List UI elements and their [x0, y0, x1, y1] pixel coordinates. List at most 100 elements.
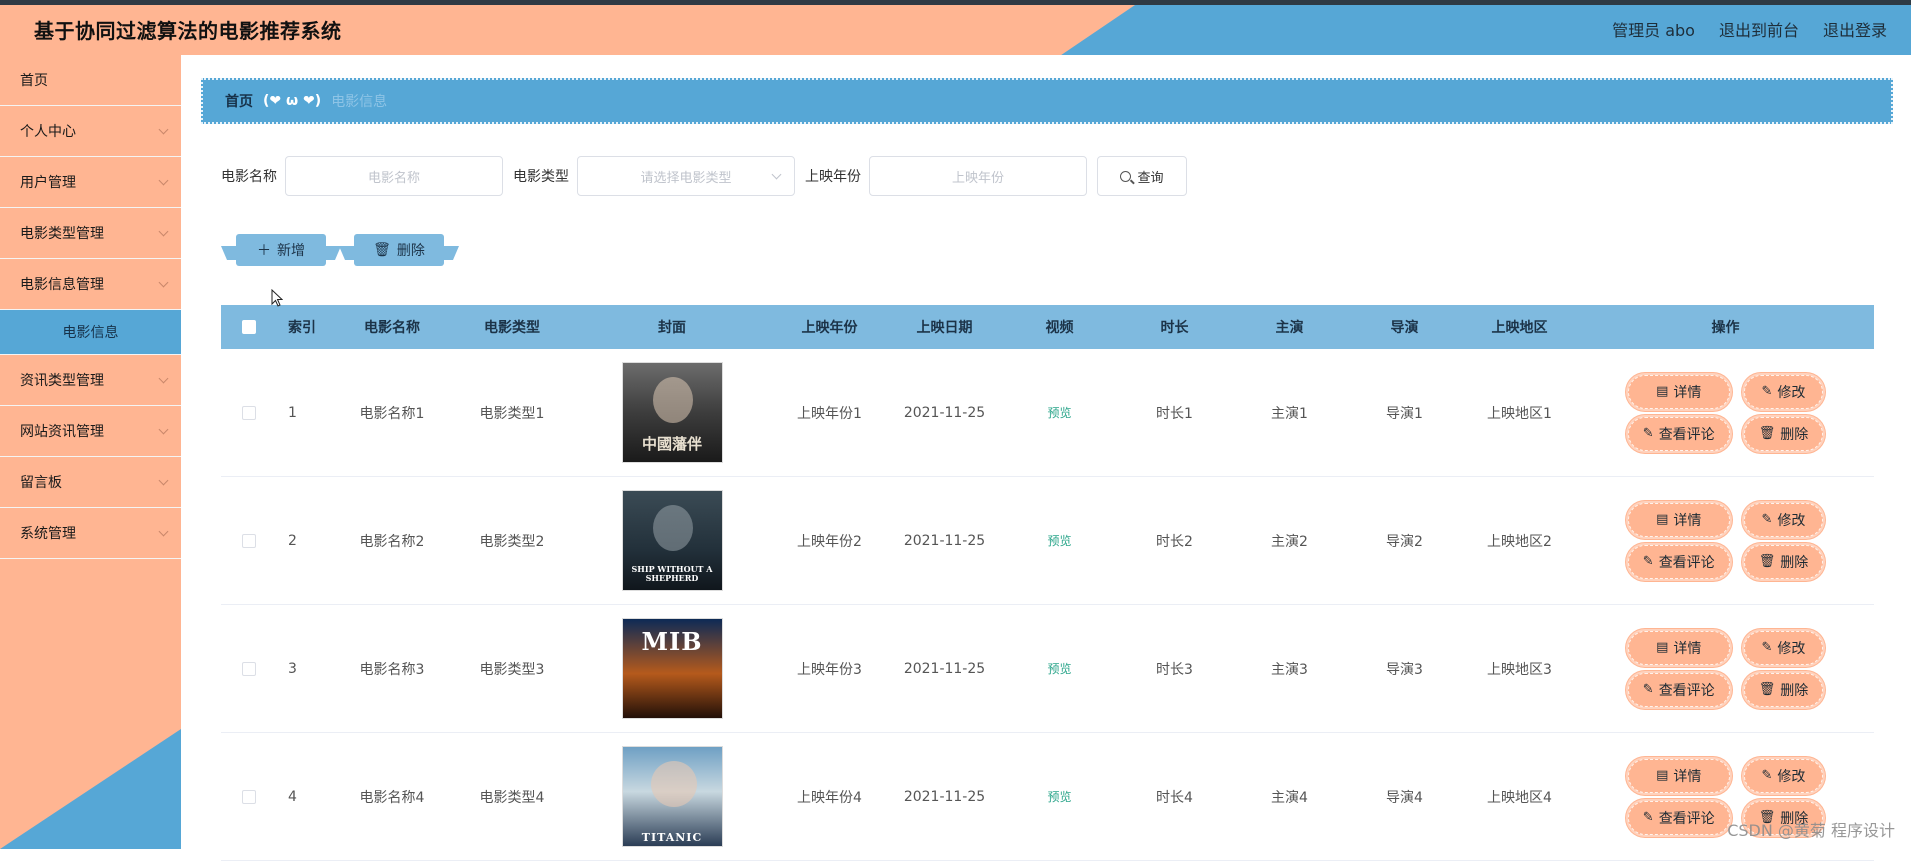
movie-type-select[interactable]: 请选择电影类型 — [577, 156, 795, 196]
add-button[interactable]: ＋新增 — [221, 232, 341, 272]
cell-year: 上映年份1 — [772, 403, 887, 423]
edit-button[interactable]: ✎修改 — [1744, 759, 1824, 793]
row-checkbox[interactable] — [242, 662, 256, 676]
cell-cover: TITANIC — [572, 746, 772, 847]
cell-year: 上映年份3 — [772, 659, 887, 679]
delete-button[interactable]: 🗑删除 — [1744, 673, 1824, 707]
edit-button[interactable]: ✎修改 — [1744, 631, 1824, 665]
sidebar-item-movie-info-management[interactable]: 电影信息管理 — [0, 259, 181, 310]
query-button[interactable]: 查询 — [1097, 156, 1187, 196]
movie-type-label: 电影类型 — [513, 166, 569, 186]
delete-button[interactable]: 🗑删除 — [1744, 417, 1824, 451]
movie-poster[interactable]: 中國藩伴 — [622, 362, 723, 463]
cell-ops: ▤详情 ✎修改 ✎查看评论 🗑删除 — [1577, 631, 1874, 707]
video-preview-link[interactable]: 预览 — [1047, 534, 1071, 548]
cell-type: 电影类型4 — [452, 787, 572, 807]
breadcrumb-current: 电影信息 — [331, 91, 387, 111]
detail-button-label: 详情 — [1673, 638, 1701, 658]
cell-type: 电影类型3 — [452, 659, 572, 679]
sidebar-item-personal-center[interactable]: 个人中心 — [0, 106, 181, 157]
batch-delete-button[interactable]: 🗑 删除 — [339, 232, 459, 272]
view-comments-button[interactable]: ✎ 查看评论 — [1628, 801, 1730, 835]
movie-poster[interactable]: TITANIC — [622, 746, 723, 847]
sidebar-item-user-management[interactable]: 用户管理 — [0, 157, 181, 208]
cell-actor: 主演2 — [1232, 531, 1347, 551]
detail-button[interactable]: ▤详情 — [1628, 759, 1730, 793]
release-year-input[interactable]: 上映年份 — [869, 156, 1087, 196]
view-comments-button[interactable]: ✎查看评论 — [1628, 545, 1730, 579]
cell-region: 上映地区4 — [1462, 787, 1577, 807]
row-actions: ▤详情 ✎修改 ✎查看评论 🗑删除 — [1577, 503, 1874, 579]
view-comments-button[interactable]: ✎查看评论 — [1628, 417, 1730, 451]
delete-button-label: 删除 — [1780, 424, 1808, 444]
table-row: 2 电影名称2 电影类型2 SHIP WITHOUT A SHEPHERD 上映… — [221, 477, 1874, 605]
trash-icon: 🗑 — [373, 242, 391, 258]
video-preview-link[interactable]: 预览 — [1047, 406, 1071, 420]
movie-type-placeholder: 请选择电影类型 — [640, 167, 731, 186]
edit-button[interactable]: ✎修改 — [1744, 375, 1824, 409]
document-icon: ▤ — [1656, 768, 1668, 783]
sidebar-item-news-type-management[interactable]: 资讯类型管理 — [0, 355, 181, 406]
sidebar-item-system-management[interactable]: 系统管理 — [0, 508, 181, 559]
poster-title: TITANIC — [623, 831, 722, 844]
cell-region: 上映地区1 — [1462, 403, 1577, 423]
delete-button[interactable]: 🗑删除 — [1744, 545, 1824, 579]
sidebar-item-label: 电影类型管理 — [20, 223, 104, 243]
movie-poster[interactable]: MIB — [622, 618, 723, 719]
header-duration: 时长 — [1117, 317, 1232, 337]
row-checkbox-cell — [236, 405, 262, 421]
cell-region: 上映地区2 — [1462, 531, 1577, 551]
sidebar-subitem-movie-info[interactable]: 电影信息 — [0, 310, 181, 355]
edit-icon: ✎ — [1643, 810, 1654, 825]
batch-delete-button-face: 🗑 删除 — [354, 234, 444, 266]
chevron-down-icon — [159, 125, 169, 135]
poster-title: MIB — [623, 627, 722, 656]
row-checkbox[interactable] — [242, 790, 256, 804]
detail-button[interactable]: ▤详情 — [1628, 375, 1730, 409]
movie-name-input[interactable]: 电影名称 — [285, 156, 503, 196]
header-date: 上映日期 — [887, 317, 1002, 337]
edit-icon: ✎ — [1761, 640, 1772, 655]
cell-year: 上映年份2 — [772, 531, 887, 551]
row-checkbox[interactable] — [242, 406, 256, 420]
poster-title: 中國藩伴 — [623, 433, 722, 454]
edit-button[interactable]: ✎修改 — [1744, 503, 1824, 537]
cell-actor: 主演3 — [1232, 659, 1347, 679]
sidebar-item-site-news-management[interactable]: 网站资讯管理 — [0, 406, 181, 457]
cell-date: 2021-11-25 — [887, 661, 1002, 677]
cell-name: 电影名称3 — [332, 659, 452, 679]
edit-button-label: 修改 — [1777, 766, 1805, 786]
chevron-down-icon — [159, 476, 169, 486]
current-user-label: 管理员 abo — [1612, 17, 1695, 41]
sidebar-item-label: 电影信息 — [63, 322, 119, 342]
batch-delete-button-label: 删除 — [397, 240, 425, 260]
view-comments-button-label: 查看评论 — [1659, 552, 1715, 572]
exit-to-front-link[interactable]: 退出到前台 — [1719, 17, 1799, 41]
table-header: 索引 电影名称 电影类型 封面 上映年份 上映日期 视频 时长 主演 导演 上映… — [221, 305, 1874, 349]
movie-table: 索引 电影名称 电影类型 封面 上映年份 上映日期 视频 时长 主演 导演 上映… — [221, 305, 1874, 861]
cell-video: 预览 — [1002, 788, 1117, 805]
cell-cover: 中國藩伴 — [572, 362, 772, 463]
breadcrumb-home[interactable]: 首页 — [225, 91, 253, 111]
view-comments-button[interactable]: ✎查看评论 — [1628, 673, 1730, 707]
sidebar-item-message-board[interactable]: 留言板 — [0, 457, 181, 508]
header-video: 视频 — [1002, 317, 1117, 337]
video-preview-link[interactable]: 预览 — [1047, 662, 1071, 676]
movie-poster[interactable]: SHIP WITHOUT A SHEPHERD — [622, 490, 723, 591]
sidebar-item-label: 首页 — [20, 70, 48, 90]
cell-director: 导演2 — [1347, 531, 1462, 551]
video-preview-link[interactable]: 预览 — [1047, 790, 1071, 804]
chevron-down-icon — [159, 278, 169, 288]
sidebar-item-movie-type-management[interactable]: 电影类型管理 — [0, 208, 181, 259]
cell-ops: ▤详情 ✎修改 ✎查看评论 🗑删除 — [1577, 503, 1874, 579]
logout-link[interactable]: 退出登录 — [1823, 17, 1887, 41]
header-cover: 封面 — [572, 317, 772, 337]
sidebar-item-home[interactable]: 首页 — [0, 55, 181, 106]
row-checkbox[interactable] — [242, 534, 256, 548]
detail-button[interactable]: ▤详情 — [1628, 503, 1730, 537]
cell-index: 1 — [262, 405, 332, 421]
sidebar-item-label: 资讯类型管理 — [20, 370, 104, 390]
view-comments-button-label: 查看评论 — [1659, 808, 1715, 828]
select-all-checkbox[interactable] — [242, 320, 256, 334]
detail-button[interactable]: ▤详情 — [1628, 631, 1730, 665]
